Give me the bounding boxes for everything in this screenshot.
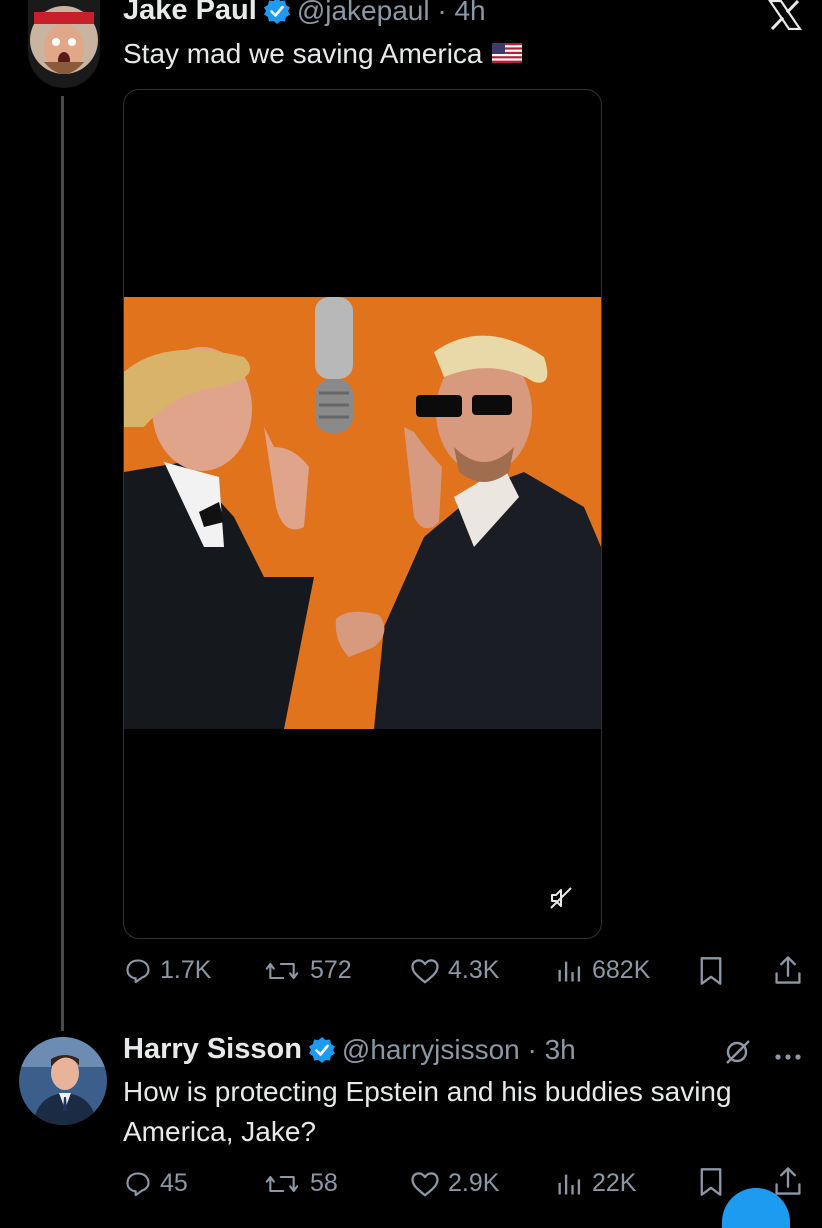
heart-icon: [411, 958, 439, 983]
reply-reply-button[interactable]: 45: [124, 1169, 188, 1198]
reply-author-avatar[interactable]: [19, 1037, 107, 1125]
reply-author-name[interactable]: Harry Sisson: [123, 1033, 302, 1066]
repost-count: 572: [310, 956, 352, 984]
tweet-text: Stay mad we saving America: [123, 38, 483, 69]
tweet-header: Jake Paul @jakepaul · 4h: [123, 0, 486, 27]
reply-view-count: 22K: [592, 1169, 637, 1197]
reply-bookmark-icon[interactable]: [698, 1167, 724, 1202]
views-icon: [558, 1174, 581, 1194]
reply-reply-count: 45: [160, 1169, 188, 1197]
verified-badge-icon: [263, 0, 291, 25]
more-options-icon[interactable]: [774, 1048, 802, 1066]
reply-header: Harry Sisson @harryjsisson · 3h: [123, 1033, 576, 1066]
share-icon[interactable]: [773, 954, 803, 991]
repost-icon: [265, 962, 299, 979]
video-media[interactable]: [123, 89, 602, 939]
reply-text: How is protecting Epstein and his buddie…: [123, 1076, 732, 1147]
reply-views-button[interactable]: 22K: [554, 1169, 636, 1198]
reply-icon: [126, 1171, 150, 1196]
mute-icon[interactable]: [549, 886, 573, 915]
video-frame: [124, 297, 601, 729]
reply-repost-count: 58: [310, 1169, 338, 1197]
tweet-text-row: Stay mad we saving America: [123, 34, 522, 74]
reply-icon: [126, 958, 150, 983]
repost-icon: [265, 1175, 299, 1192]
us-flag-icon: [491, 34, 522, 74]
reply-button[interactable]: 1.7K: [124, 956, 211, 985]
bookmark-icon[interactable]: [698, 956, 724, 991]
like-count: 4.3K: [448, 956, 500, 984]
reply-count: 1.7K: [160, 956, 212, 984]
views-icon: [558, 961, 581, 981]
like-button[interactable]: 4.3K: [410, 956, 499, 985]
thread-line: [61, 96, 64, 1031]
x-logo-icon[interactable]: [767, 0, 803, 35]
views-button[interactable]: 682K: [554, 956, 650, 985]
reply-like-count: 2.9K: [448, 1169, 500, 1197]
author-name[interactable]: Jake Paul: [123, 0, 257, 27]
heart-icon: [411, 1171, 439, 1196]
reply-like-button[interactable]: 2.9K: [410, 1169, 499, 1198]
reply-author-handle-time[interactable]: @harryjsisson · 3h: [342, 1034, 576, 1066]
author-handle-time[interactable]: @jakepaul · 4h: [297, 0, 486, 27]
grok-icon[interactable]: [723, 1038, 751, 1071]
author-avatar[interactable]: [28, 0, 100, 88]
view-count: 682K: [592, 956, 651, 984]
repost-button[interactable]: 572: [262, 956, 352, 985]
reply-verified-badge-icon: [308, 1036, 336, 1064]
reply-repost-button[interactable]: 58: [262, 1169, 338, 1198]
